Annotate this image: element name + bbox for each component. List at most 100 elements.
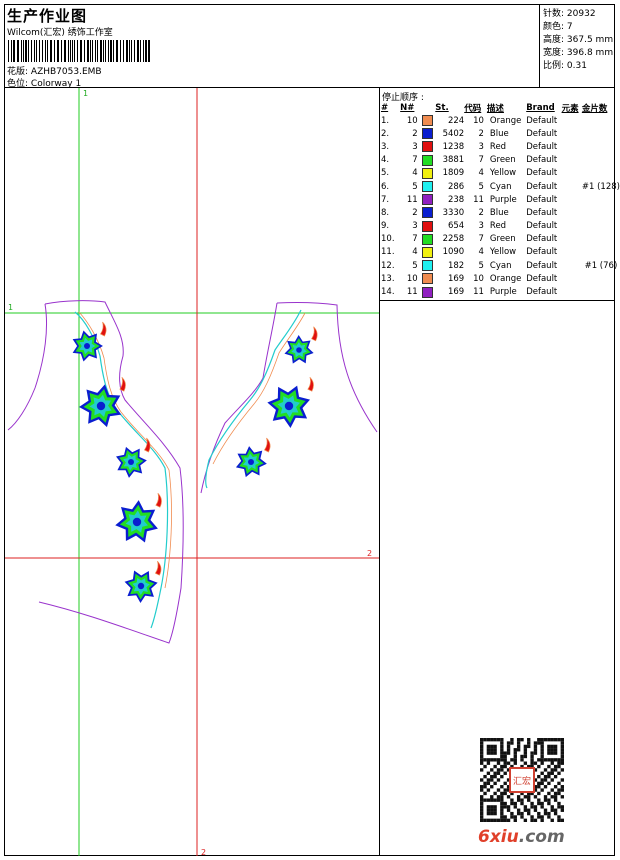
- qr-module: [500, 818, 504, 822]
- barcode-bar: [110, 40, 112, 62]
- qr-module: [537, 738, 541, 742]
- qr-module: [540, 748, 544, 752]
- flame-accent: [307, 376, 314, 392]
- qr-module: [486, 758, 491, 762]
- row-code: 2: [478, 207, 484, 218]
- qr-module: [553, 748, 558, 752]
- barcode-bar: [72, 40, 73, 62]
- row-needle: 7: [412, 155, 418, 166]
- qr-module: [550, 758, 554, 762]
- qr-module: [560, 754, 564, 759]
- flower-center: [284, 401, 294, 411]
- qr-module: [503, 754, 507, 759]
- qr-module: [480, 748, 484, 752]
- qr-module: [510, 738, 514, 742]
- flower-motif: [235, 437, 271, 478]
- row-brand: Default: [526, 168, 558, 179]
- barcode-bar: [13, 40, 15, 62]
- qr-module: [500, 774, 504, 779]
- qr-module: [500, 751, 504, 755]
- row-code: 3: [478, 141, 484, 152]
- qr-module: [533, 741, 538, 745]
- qr-module: [480, 751, 484, 755]
- row-needle: 11: [406, 194, 418, 205]
- qr-module: [523, 748, 528, 752]
- qr-module: [516, 741, 521, 745]
- qr-module: [516, 811, 521, 816]
- qr-module: [486, 778, 491, 782]
- barcode-bar: [145, 40, 147, 62]
- col-code: 代码: [464, 103, 482, 114]
- qr-module: [547, 744, 551, 749]
- qr-module: [547, 771, 551, 775]
- qr-module: [560, 805, 564, 809]
- qr-module: [513, 758, 517, 762]
- qr-module: [503, 788, 507, 792]
- barcode-bar: [87, 40, 89, 62]
- guide-label-green-top: 1: [83, 89, 88, 98]
- row-sequin: [582, 233, 620, 246]
- barcode-bar: [23, 40, 24, 62]
- col-element: 元素: [561, 103, 579, 114]
- qr-module: [496, 798, 501, 802]
- qr-module: [500, 795, 504, 799]
- qr-module: [523, 744, 528, 749]
- qr-module: [533, 748, 538, 752]
- qr-module: [490, 778, 494, 782]
- qr-module: [516, 808, 521, 812]
- qr-module: [560, 788, 564, 792]
- qr-module: [533, 808, 538, 812]
- col-brand: Brand: [526, 102, 555, 113]
- qr-module: [490, 805, 494, 809]
- color-swatch: [421, 181, 433, 193]
- qr-module: [550, 805, 554, 809]
- guide-label-red-bottom: 2: [201, 848, 206, 856]
- qr-module: [537, 801, 541, 806]
- color-swatch: [421, 194, 433, 206]
- qr-module: [480, 738, 484, 742]
- qr-module: [486, 738, 491, 742]
- qr-module: [547, 748, 551, 752]
- qr-module: [500, 815, 504, 819]
- row-description: Blue: [489, 128, 509, 139]
- qr-module: [480, 778, 484, 782]
- qr-module: [543, 758, 548, 762]
- barcode-bar: [131, 40, 132, 62]
- qr-module: [540, 761, 544, 765]
- qr-module: [500, 805, 504, 809]
- qr-module: [547, 738, 551, 742]
- qr-module: [483, 781, 487, 786]
- qr-module: [480, 754, 484, 759]
- flower-motif: [124, 560, 162, 603]
- col-description: 描述: [486, 103, 504, 114]
- qr-module: [503, 791, 507, 796]
- flower-center: [128, 459, 134, 465]
- row-description: Yellow: [489, 168, 517, 179]
- qr-module: [547, 758, 551, 762]
- qr-module: [493, 808, 497, 812]
- row-description: Orange: [489, 273, 522, 284]
- qr-module: [500, 754, 504, 759]
- row-brand: Default: [526, 287, 558, 298]
- qr-module: [537, 798, 541, 802]
- color-swatch: [421, 115, 433, 127]
- qr-module: [483, 764, 487, 769]
- watermark-part2: .com: [518, 827, 565, 847]
- qr-module: [527, 738, 531, 742]
- qr-module: [520, 815, 524, 819]
- qr-module: [550, 744, 554, 749]
- barcode-bar: [113, 40, 114, 62]
- qr-module: [500, 801, 504, 806]
- qr-module: [560, 818, 564, 822]
- qr-module: [550, 808, 554, 812]
- table-row: 13. 10 169 10 Orange Default: [380, 272, 620, 285]
- qr-module: [486, 808, 491, 812]
- qr-module: [496, 738, 501, 742]
- qr-module: [557, 801, 561, 806]
- qr-module: [537, 785, 541, 789]
- row-description: Green: [489, 155, 516, 166]
- qr-module: [537, 774, 541, 779]
- barcode-bar: [90, 40, 91, 62]
- qr-module: [520, 811, 524, 816]
- barcode-bar: [68, 40, 69, 62]
